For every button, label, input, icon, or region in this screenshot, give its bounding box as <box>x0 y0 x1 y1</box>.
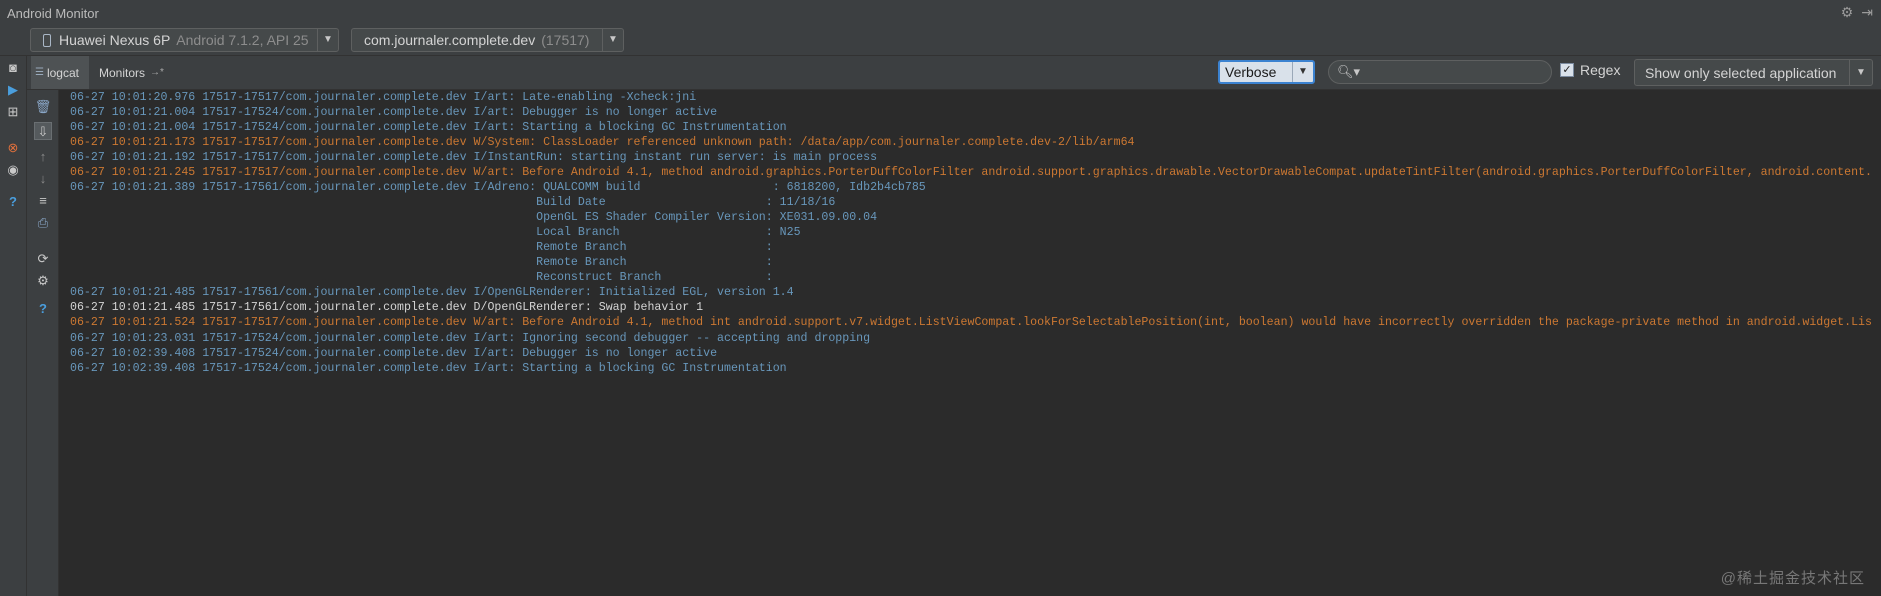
gc-icon[interactable]: ◉ <box>5 162 21 178</box>
log-line: 06-27 10:01:21.245 17517-17517/com.journ… <box>70 166 1872 180</box>
down-icon[interactable]: ↓ <box>34 170 52 188</box>
device-toolbar: Huawei Nexus 6P Android 7.1.2, API 25 ▼ … <box>0 26 1881 56</box>
up-icon[interactable]: ↑ <box>34 148 52 166</box>
device-selector[interactable]: Huawei Nexus 6P Android 7.1.2, API 25 ▼ <box>30 28 339 52</box>
tool-window-titlebar: Android Monitor ⚙ ⇥ <box>0 0 1881 27</box>
window-title: Android Monitor <box>7 6 99 21</box>
log-line: Build Date : 11/18/16 <box>70 196 836 210</box>
log-line: Local Branch : N25 <box>70 226 801 240</box>
tab-monitors[interactable]: Monitors →* <box>93 56 173 89</box>
search-input[interactable] <box>1366 63 1541 81</box>
process-name: com.journaler.complete.dev <box>364 32 536 48</box>
log-line: 06-27 10:01:21.485 17517-17561/com.journ… <box>70 286 794 300</box>
regex-checkbox[interactable]: ✓ <box>1560 63 1574 77</box>
log-level-select[interactable]: Verbose ▼ <box>1218 60 1315 84</box>
log-line: OpenGL ES Shader Compiler Version: XE031… <box>70 211 878 225</box>
regex-label: Regex <box>1580 62 1621 78</box>
log-line: Remote Branch : <box>70 256 773 270</box>
layout-inspector-icon[interactable]: ⊞ <box>5 104 21 120</box>
device-name: Huawei Nexus 6P <box>59 32 171 48</box>
scroll-to-end-icon[interactable]: ⇩ <box>34 122 52 140</box>
soft-wrap-icon[interactable]: ≡ <box>34 192 52 210</box>
watermark: @稀土掘金技术社区 <box>1720 570 1865 587</box>
log-line: 06-27 10:01:21.004 17517-17524/com.journ… <box>70 106 718 120</box>
settings-icon[interactable]: ⚙ <box>34 272 52 290</box>
log-line: 06-27 10:02:39.408 17517-17524/com.journ… <box>70 346 718 360</box>
tab-logcat[interactable]: ☰ logcat <box>31 56 89 89</box>
left-toolbar: ◙ ▶ ⊞ ⊗ ◉ ? <box>0 56 27 596</box>
help-icon[interactable]: ? <box>5 194 21 210</box>
gear-icon[interactable]: ⚙ <box>1841 4 1854 21</box>
app-filter-value: Show only selected application <box>1645 64 1837 81</box>
log-level-value: Verbose <box>1225 64 1277 80</box>
chevron-down-icon[interactable]: ▼ <box>1849 60 1872 85</box>
tab-monitors-label: Monitors <box>99 65 146 80</box>
log-lines: 06-27 10:01:20.976 17517-17517/com.journ… <box>59 90 1881 376</box>
app-filter-select[interactable]: Show only selected application ▼ <box>1634 59 1873 86</box>
record-icon[interactable]: ▶ <box>5 82 21 98</box>
help-icon[interactable]: ? <box>34 300 52 318</box>
hide-icon[interactable]: ⇥ <box>1861 4 1873 21</box>
device-detail: Android 7.1.2, API 25 <box>176 32 309 48</box>
phone-icon <box>43 33 51 47</box>
regex-toggle[interactable]: ✓ Regex <box>1560 62 1620 78</box>
process-pid: (17517) <box>541 32 590 48</box>
process-selector[interactable]: com.journaler.complete.dev (17517) ▼ <box>351 28 624 52</box>
log-line: Reconstruct Branch : <box>70 271 773 285</box>
chevron-down-icon[interactable]: ▼ <box>602 29 623 51</box>
log-line: 06-27 10:02:39.408 17517-17524/com.journ… <box>70 361 787 375</box>
log-line: 06-27 10:01:21.173 17517-17517/com.journ… <box>70 136 1135 150</box>
log-line: 06-27 10:01:21.192 17517-17517/com.journ… <box>70 151 878 165</box>
tab-logcat-label: logcat <box>46 65 79 80</box>
logcat-icon: ☰ <box>35 67 44 78</box>
pin-icon[interactable]: →* <box>150 67 164 78</box>
log-line: 06-27 10:01:21.389 17517-17561/com.journ… <box>70 181 926 195</box>
log-line: 06-27 10:01:21.004 17517-17524/com.journ… <box>70 121 787 135</box>
logcat-search[interactable]: 🔍︎▾ <box>1328 60 1552 84</box>
log-line: 06-27 10:01:23.031 17517-17524/com.journ… <box>70 331 871 345</box>
chevron-down-icon[interactable]: ▼ <box>317 29 338 51</box>
log-line: Remote Branch : <box>70 241 773 255</box>
clear-log-icon[interactable]: 🗑︎ <box>34 98 52 116</box>
log-line: 06-27 10:01:20.976 17517-17517/com.journ… <box>70 91 697 104</box>
log-line: 06-27 10:01:21.485 17517-17561/com.journ… <box>70 301 704 315</box>
stop-icon[interactable]: ⊗ <box>5 140 21 156</box>
chevron-down-icon[interactable]: ▼ <box>1292 62 1313 82</box>
camera-icon[interactable]: ◙ <box>5 60 21 76</box>
restart-icon[interactable]: ⟳ <box>34 250 52 268</box>
log-line: 06-27 10:01:21.524 17517-17517/com.journ… <box>70 316 1872 330</box>
titlebar-tools: ⚙ ⇥ <box>1841 4 1873 21</box>
print-icon[interactable]: ⎙ <box>34 214 52 232</box>
logcat-action-strip: 🗑︎ ⇩ ↑ ↓ ≡ ⎙ ⟳ ⚙ ? <box>27 90 59 596</box>
logcat-output[interactable]: 06-27 10:01:20.976 17517-17517/com.journ… <box>59 90 1881 596</box>
search-icon[interactable]: 🔍︎▾ <box>1337 64 1360 80</box>
